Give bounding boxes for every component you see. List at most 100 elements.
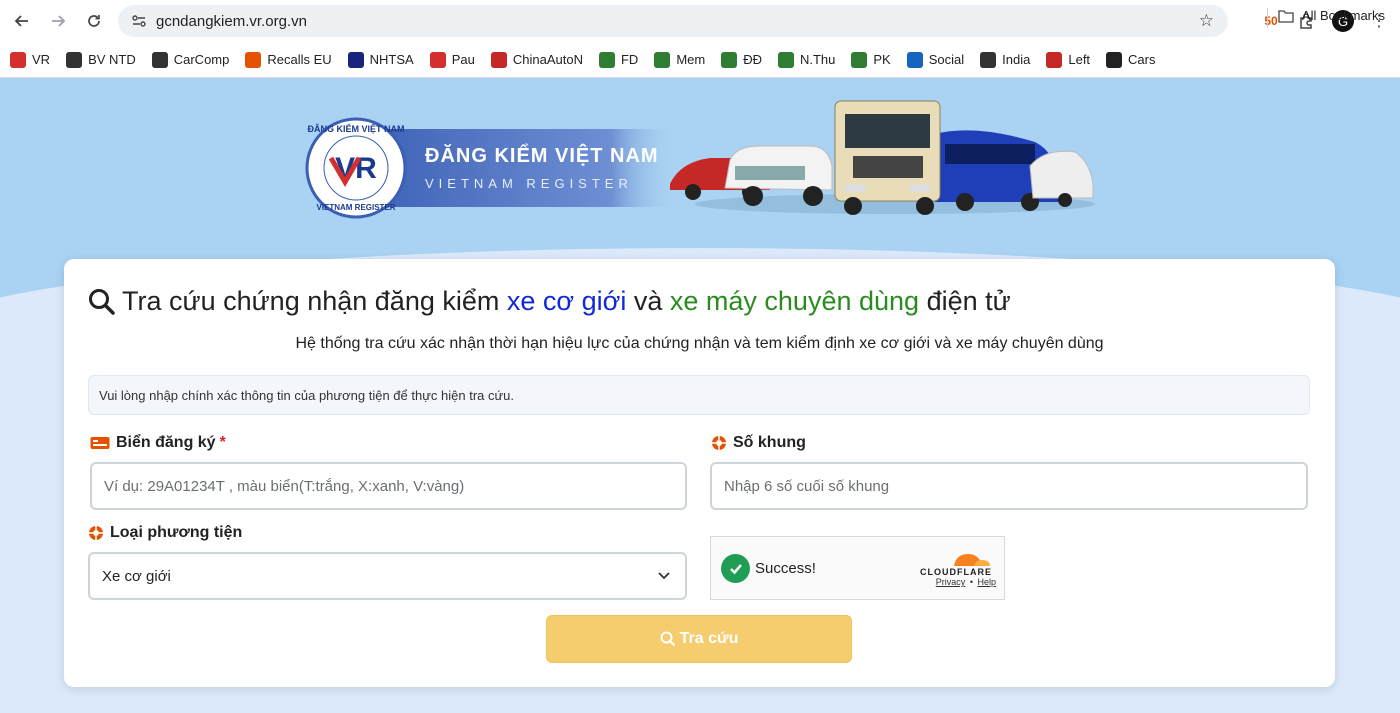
forward-button[interactable] (40, 3, 76, 39)
page-subtitle: Hệ thống tra cứu xác nhận thời hạn hiệu … (295, 335, 1104, 352)
bookmark-item[interactable]: Mem (654, 51, 706, 68)
site-banner: VR ĐĂNG KIỂM VIỆT NAM VIETNAM REGISTER Đ… (305, 100, 1095, 219)
bookmark-label: Left (1068, 52, 1091, 67)
vr-flag-icon (10, 51, 26, 68)
all-bookmarks-label: All Bookmarks (1301, 8, 1385, 23)
logo-ring-top: ĐĂNG KIỂM VIỆT NAM (307, 123, 404, 134)
bookmark-item[interactable]: PK (851, 51, 891, 68)
cloudflare-logo: CLOUDFLARE (920, 554, 992, 576)
back-button[interactable] (4, 3, 40, 39)
captcha-brand: CLOUDFLARE (920, 567, 992, 576)
frame-label: Số khung (733, 434, 806, 451)
title-special-machinery: xe máy chuyên dùng (669, 286, 920, 316)
carcomp-icon (151, 51, 168, 68)
bookmark-item[interactable]: ChinaAutoN (490, 51, 583, 68)
bookmark-item[interactable]: Pau (429, 51, 475, 68)
bookmark-item[interactable]: BV NTD (66, 51, 136, 68)
sheet-icon (721, 51, 738, 68)
checkmark-icon (721, 554, 750, 583)
banner-title: ĐĂNG KIỂM VIỆT NAM (425, 143, 659, 167)
chevron-down-icon (658, 572, 670, 580)
bookmark-star-icon[interactable]: ☆ (1199, 11, 1214, 31)
search-icon (660, 631, 675, 647)
license-plate-icon (90, 437, 110, 449)
plate-label-group: Biển đăng ký * (90, 434, 226, 452)
reload-button[interactable] (76, 3, 112, 39)
banner-subtitle: VIETNAM REGISTER (425, 176, 633, 191)
bookmark-label: Cars (1128, 52, 1156, 67)
url-text: gcndangkiem.vr.org.vn (156, 12, 307, 30)
lln-icon (1046, 51, 1063, 68)
sheet-icon (777, 51, 794, 68)
vehicle-type-label: Loại phương tiện (110, 524, 243, 541)
warning-icon (245, 51, 262, 68)
bookmark-label: Mem (676, 52, 706, 67)
vehicle-type-select[interactable]: Xe cơ giới (88, 552, 687, 600)
bookmark-item[interactable]: VR (10, 51, 51, 68)
vehicle-type-value: Xe cơ giới (102, 567, 171, 585)
cloudflare-captcha[interactable]: Success! CLOUDFLARE Privacy • Help (710, 536, 1005, 600)
address-bar[interactable]: gcndangkiem.vr.org.vn ☆ (118, 5, 1228, 37)
arrow-left-icon (14, 15, 28, 27)
plate-input[interactable] (90, 462, 687, 510)
doc-icon (906, 51, 923, 68)
vehicle-type-icon (89, 526, 103, 540)
vr-logo: VR ĐĂNG KIỂM VIỆT NAM VIETNAM REGISTER (305, 117, 407, 219)
bookmark-item[interactable]: Cars (1106, 51, 1156, 68)
bookmark-label: FD (620, 52, 639, 67)
vehicles-illustration (670, 100, 1095, 215)
cars-icon (1106, 51, 1123, 68)
arrow-right-icon (52, 15, 66, 27)
title-motor-vehicles: xe cơ giới (506, 286, 627, 316)
link-separator: • (969, 577, 973, 587)
search-submit-button[interactable]: Tra cứu (546, 615, 852, 663)
bookmark-item[interactable]: N.Thu (777, 51, 836, 68)
captcha-links: Privacy • Help (936, 577, 996, 587)
title-and: và (633, 286, 663, 316)
bookmarks-bar: VR BV NTD CarComp Recalls EU NHTSA Pau ChinaAu… (0, 42, 1400, 78)
site-settings-icon[interactable] (124, 13, 154, 29)
title-electronic: điện tử (926, 286, 1011, 316)
nhtsa-icon (347, 51, 364, 68)
pau-icon (429, 51, 446, 68)
bookmarks-separator (1267, 8, 1268, 28)
bookmark-item[interactable]: Recalls EU (245, 51, 332, 68)
lookup-card: Tra cứu chứng nhận đăng kiểm xe cơ giới … (64, 259, 1335, 687)
bookmark-item[interactable]: ĐĐ (721, 51, 762, 68)
bookmark-label: Social (928, 52, 965, 67)
bookmark-label: NHTSA (369, 52, 414, 67)
browser-toolbar: gcndangkiem.vr.org.vn ☆ 50 G ⋮ (0, 0, 1400, 42)
plate-label: Biển đăng ký (116, 434, 216, 451)
bookmark-label: PK (873, 52, 891, 67)
truck-icon (980, 51, 997, 68)
page-content: VR ĐĂNG KIỂM VIỆT NAM VIETNAM REGISTER Đ… (0, 78, 1400, 713)
bookmark-item[interactable]: India (980, 51, 1031, 68)
cnc-icon (490, 51, 507, 68)
bookmark-label: India (1002, 52, 1031, 67)
bookmark-label: Recalls EU (267, 52, 332, 67)
bookmark-item[interactable]: NHTSA (347, 51, 414, 68)
bookmark-label: VR (32, 52, 51, 67)
frame-label-group: Số khung (711, 434, 806, 452)
page-title: Tra cứu chứng nhận đăng kiểm xe cơ giới … (88, 286, 1011, 317)
bookmark-item[interactable]: Left (1046, 51, 1091, 68)
help-link[interactable]: Help (977, 577, 996, 587)
reload-icon (88, 15, 100, 27)
all-bookmarks-button[interactable]: All Bookmarks (1278, 8, 1385, 23)
bookmark-label: ChinaAutoN (512, 52, 583, 67)
folder-icon (1278, 9, 1294, 23)
bookmark-label: ĐĐ (743, 52, 762, 67)
logo-ring-bottom: VIETNAM REGISTER (316, 203, 395, 212)
bookmark-label: N.Thu (799, 52, 836, 67)
info-alert: Vui lòng nhập chính xác thông tin của ph… (88, 375, 1310, 415)
bookmark-label: Pau (451, 52, 475, 67)
download-icon (598, 51, 615, 68)
bookmark-item[interactable]: Social (906, 51, 965, 68)
required-asterisk: * (219, 434, 226, 451)
bookmark-item[interactable]: FD (598, 51, 639, 68)
vehicle-type-label-group: Loại phương tiện (88, 524, 242, 542)
privacy-link[interactable]: Privacy (936, 577, 966, 587)
title-part1: Tra cứu chứng nhận đăng kiểm (122, 286, 500, 316)
frame-number-input[interactable] (710, 462, 1308, 510)
bookmark-item[interactable]: CarComp (151, 51, 229, 68)
